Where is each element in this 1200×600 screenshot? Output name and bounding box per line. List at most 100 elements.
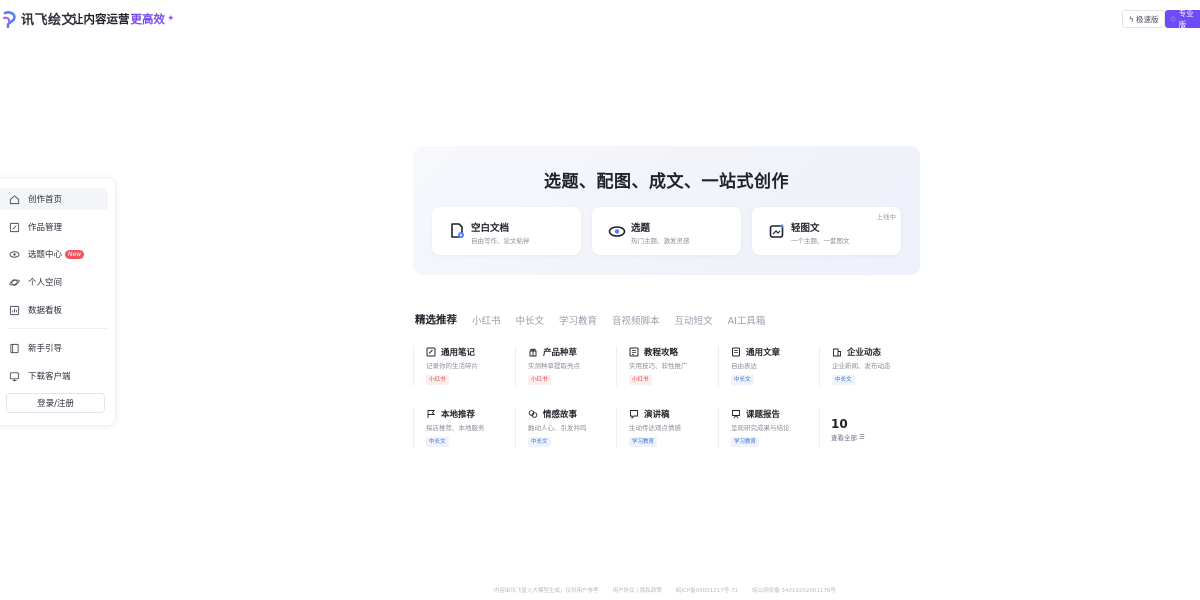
sidebar-item-download[interactable]: 下载客户端 xyxy=(0,365,108,387)
template-divider xyxy=(819,408,820,448)
template-card[interactable]: 课题报告 呈现研究成果与结论 学习教育 xyxy=(718,408,813,458)
monitor-icon xyxy=(9,371,20,382)
template-header: 教程攻略 xyxy=(629,346,678,358)
sidebar-item-personal[interactable]: 个人空间 xyxy=(0,271,108,293)
lite-version-label: 极速版 xyxy=(1135,14,1159,24)
article-icon xyxy=(731,347,741,357)
sidebar-item-home[interactable]: 创作首页 xyxy=(0,188,108,210)
footer-icp[interactable]: 皖ICP备05001217号-71 xyxy=(676,586,738,594)
note-icon xyxy=(426,347,436,357)
template-card[interactable]: 企业动态 企业新闻、发布动态 中长文 xyxy=(819,346,914,396)
footer: 内容由讯飞星火大模型生成，仅供用户参考 用户协议 | 隐私政策 皖ICP备050… xyxy=(0,586,1200,594)
template-card[interactable]: 演讲稿 生动传达观点情感 学习教育 xyxy=(616,408,711,458)
diamond-icon: ♢ xyxy=(1170,14,1177,24)
template-divider xyxy=(616,346,617,386)
template-tag: 学习教育 xyxy=(731,437,760,447)
chart-board-icon xyxy=(9,305,20,316)
template-title: 演讲稿 xyxy=(644,410,670,420)
story-icon xyxy=(528,409,538,419)
footer-policy-links[interactable]: 用户协议 | 隐私政策 xyxy=(613,586,662,594)
template-header: 企业动态 xyxy=(832,346,881,358)
template-divider xyxy=(718,408,719,448)
template-divider xyxy=(413,408,414,448)
list-icon: ☰ xyxy=(859,433,865,441)
slogan-prefix: 让内容运营 xyxy=(72,12,130,26)
template-desc: 实测种草提取亮点 xyxy=(528,362,580,370)
template-header: 演讲稿 xyxy=(629,408,670,420)
template-desc: 呈现研究成果与结论 xyxy=(731,424,790,432)
template-title: 本地推荐 xyxy=(441,410,476,420)
eye-icon xyxy=(9,249,20,260)
template-desc: 探店推荐、本地服务 xyxy=(426,424,485,432)
eye-icon xyxy=(608,222,626,240)
template-card[interactable]: 情感故事 触动人心、引发共鸣 中长文 xyxy=(515,408,610,458)
template-card[interactable]: 本地推荐 探店推荐、本地服务 中长文 xyxy=(413,408,508,458)
category-tabs: 精选推荐 小红书 中长文 学习教育 音视频脚本 互动短文 AI工具箱 xyxy=(415,312,780,327)
template-header: 通用笔记 xyxy=(426,346,475,358)
footer-police-record[interactable]: 皖公网安备 34019202001176号 xyxy=(752,586,836,594)
template-tag: 中长文 xyxy=(426,437,449,447)
sidebar-item-guide[interactable]: 新手引导 xyxy=(0,337,108,359)
template-desc: 生动传达观点情感 xyxy=(629,424,681,432)
template-header: 课题报告 xyxy=(731,408,780,420)
view-all-link[interactable]: 10 查看全部 ☰ xyxy=(831,417,865,442)
template-desc: 自由表达 xyxy=(731,362,757,370)
sidebar-item-label: 数据看板 xyxy=(28,306,63,316)
template-header: 本地推荐 xyxy=(426,408,475,420)
card-subtitle: 自由写作、论文粘伴 xyxy=(471,237,530,245)
tab-featured[interactable]: 精选推荐 xyxy=(415,312,457,327)
template-desc: 企业新闻、发布动态 xyxy=(832,362,891,370)
template-tag: 中长文 xyxy=(528,437,551,447)
template-desc: 记录你的生活碎片 xyxy=(426,362,478,370)
hero-panel: 选题、配图、成文、一站式创作 空白文档 自由写作、论文粘伴 选题 热门主题、激发… xyxy=(413,146,920,275)
template-card[interactable]: 通用笔记 记录你的生活碎片 小红书 xyxy=(413,346,508,396)
template-tag: 小红书 xyxy=(629,375,652,385)
login-button[interactable]: 登录/注册 xyxy=(6,393,105,413)
coming-tag: 上线中 xyxy=(876,213,897,221)
sidebar-item-dashboard[interactable]: 数据看板 xyxy=(0,299,108,321)
sidebar-item-topics[interactable]: 选题中心 New xyxy=(0,243,108,265)
template-divider xyxy=(515,346,516,386)
home-icon xyxy=(9,194,20,205)
blank-doc-card[interactable]: 空白文档 自由写作、论文粘伴 xyxy=(432,207,581,255)
template-divider xyxy=(616,408,617,448)
sidebar-item-label: 选题中心 xyxy=(28,250,63,260)
footer-disclaimer: 内容由讯飞星火大模型生成，仅供用户参考 xyxy=(494,588,599,594)
template-divider xyxy=(515,408,516,448)
lite-version-button[interactable]: ϟ 极速版 xyxy=(1122,10,1166,28)
tab-av-script[interactable]: 音视频脚本 xyxy=(612,313,660,327)
tab-xiaohongshu[interactable]: 小红书 xyxy=(472,313,501,327)
app-logo[interactable]: 讯飞绘文 xyxy=(2,9,75,28)
hero-title: 选题、配图、成文、一站式创作 xyxy=(544,172,789,192)
sidebar-item-label: 创作首页 xyxy=(28,195,63,205)
slogan: 让内容运营 更高效 ✦ xyxy=(72,11,175,27)
tab-interactive[interactable]: 互动短文 xyxy=(675,313,713,327)
template-divider xyxy=(819,346,820,386)
sidebar-item-works[interactable]: 作品管理 xyxy=(0,216,108,238)
pro-version-button[interactable]: ♢ 专业版 xyxy=(1165,9,1200,29)
template-header: 通用文章 xyxy=(731,346,780,358)
template-card[interactable]: 教程攻略 实用技巧、软性推广 小红书 xyxy=(616,346,711,396)
template-desc: 触动人心、引发共鸣 xyxy=(528,424,587,432)
building-icon xyxy=(832,347,842,357)
template-card[interactable]: 通用文章 自由表达 中长文 xyxy=(718,346,813,396)
sidebar-item-label: 下载客户端 xyxy=(28,372,71,382)
pro-version-label: 专业版 xyxy=(1178,9,1194,29)
template-title: 通用笔记 xyxy=(441,348,476,358)
top-header: 讯飞绘文 让内容运营 更高效 ✦ ϟ 极速版 ♢ 专业版 xyxy=(0,0,1200,36)
tab-long-article[interactable]: 中长文 xyxy=(516,313,545,327)
tab-education[interactable]: 学习教育 xyxy=(559,313,597,327)
tutorial-icon xyxy=(629,347,639,357)
tab-ai-tools[interactable]: AI工具箱 xyxy=(728,313,766,327)
card-title: 选题 xyxy=(631,223,651,234)
image-text-card[interactable]: 上线中 轻图文 一个主题、一套图文 xyxy=(752,207,901,255)
template-card[interactable]: 产品种草 实测种草提取亮点 小红书 xyxy=(515,346,610,396)
bolt-icon: ϟ xyxy=(1129,14,1134,24)
card-subtitle: 热门主题、激发灵感 xyxy=(631,237,690,245)
sidebar-item-label: 作品管理 xyxy=(28,223,63,233)
image-text-icon xyxy=(768,222,786,240)
topic-card[interactable]: 选题 热门主题、激发灵感 xyxy=(592,207,741,255)
card-subtitle: 一个主题、一套图文 xyxy=(791,237,850,245)
template-title: 企业动态 xyxy=(847,348,882,358)
template-tag: 学习教育 xyxy=(629,437,658,447)
